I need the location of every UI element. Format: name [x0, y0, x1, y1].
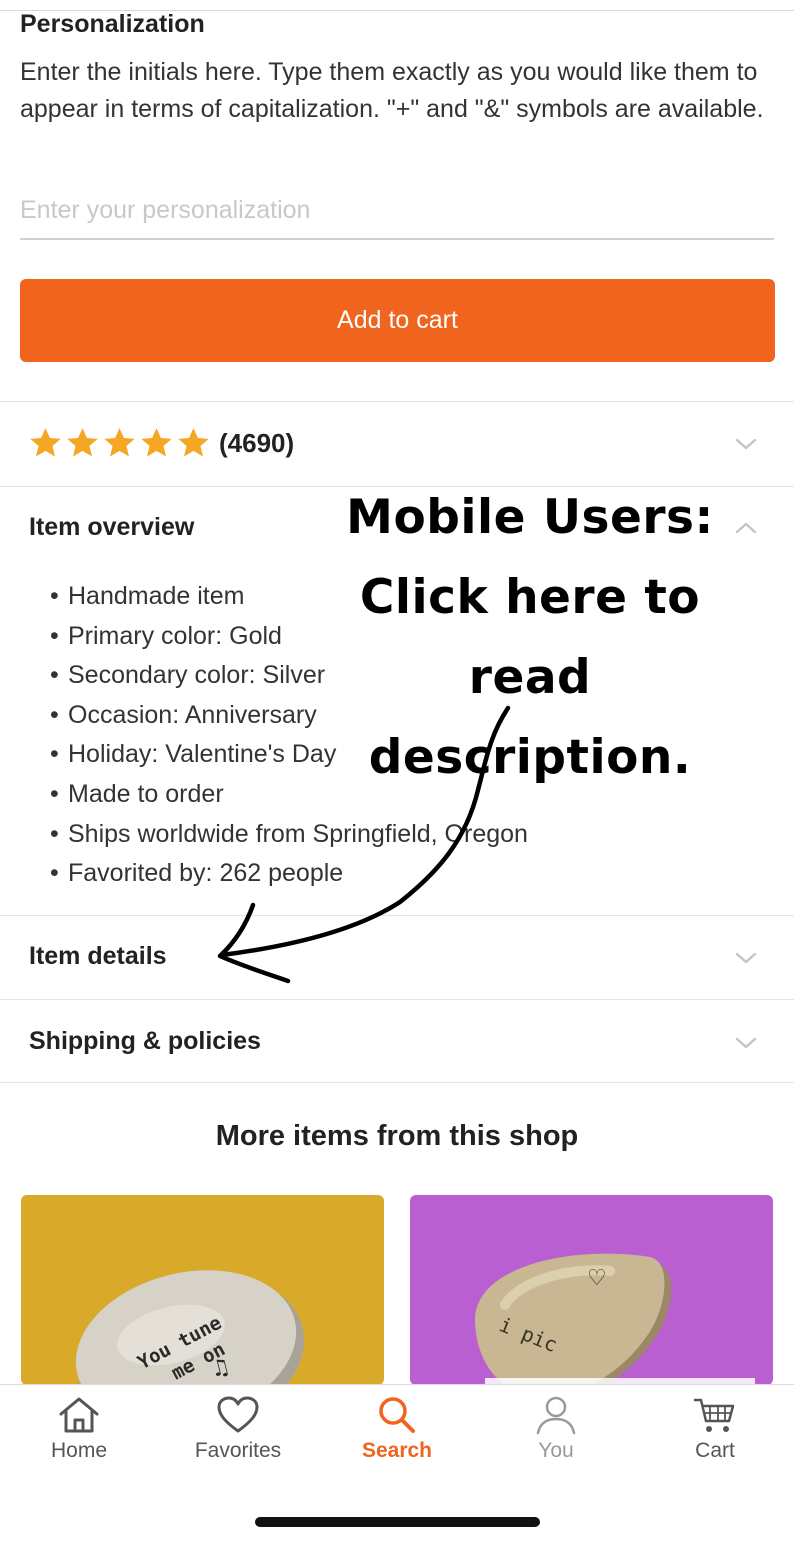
reviews-row[interactable]: (4690)	[0, 402, 794, 486]
annotation-line: Click here to	[359, 570, 701, 625]
heart-engraving-icon: ♡	[587, 1266, 607, 1291]
shipping-policies-title: Shipping & policies	[29, 1027, 261, 1055]
shipping-policies-header[interactable]: Shipping & policies	[0, 1000, 794, 1080]
nav-cart[interactable]: Cart	[645, 1395, 785, 1463]
nav-label: Favorites	[194, 1439, 282, 1462]
item-details-header[interactable]: Item details	[0, 916, 794, 996]
star-icon	[176, 426, 211, 460]
annotation-line: read description.	[368, 650, 692, 785]
nav-home[interactable]: Home	[9, 1395, 149, 1463]
star-icon	[65, 426, 100, 460]
divider	[0, 1082, 794, 1083]
nav-label: You	[538, 1439, 574, 1462]
user-icon	[536, 1396, 576, 1435]
chevron-down-icon	[735, 438, 757, 450]
guitar-pick-image: ♡ i pic	[475, 1253, 755, 1385]
search-icon	[379, 1397, 415, 1433]
nav-favorites[interactable]: Favorites	[168, 1395, 308, 1463]
nav-label: Home	[50, 1439, 108, 1462]
nav-you[interactable]: You	[486, 1395, 626, 1463]
personalization-input[interactable]	[20, 182, 774, 240]
mobile-users-annotation: Mobile Users: Click here to read descrip…	[300, 478, 760, 798]
guitar-pick-image: You tune me on ♫	[75, 1270, 305, 1385]
item-details-title: Item details	[29, 942, 167, 970]
review-count: (4690)	[219, 428, 295, 458]
item-overview-title: Item overview	[29, 513, 195, 541]
add-to-cart-button[interactable]: Add to cart	[20, 279, 775, 362]
chevron-down-icon	[735, 952, 757, 964]
chevron-down-icon	[735, 1037, 757, 1049]
personalization-description: Enter the initials here. Type them exact…	[20, 58, 764, 123]
cart-icon	[693, 1398, 735, 1432]
star-rating	[28, 426, 211, 460]
shop-item-card[interactable]: You tune me on ♫	[21, 1195, 384, 1385]
nav-label: Search	[361, 1439, 433, 1462]
star-icon	[102, 426, 137, 460]
list-item: • Ships worldwide from Springfield, Orego…	[50, 819, 528, 848]
home-icon	[59, 1397, 99, 1433]
more-items-title: More items from this shop	[215, 1120, 579, 1152]
personalization-title: Personalization	[20, 10, 205, 38]
nav-label: Cart	[695, 1439, 735, 1462]
shop-item-card[interactable]: ♡ i pic	[410, 1195, 773, 1385]
heart-icon	[217, 1396, 259, 1433]
star-icon	[28, 426, 63, 460]
star-icon	[139, 426, 174, 460]
list-item: • Favorited by: 262 people	[50, 859, 344, 888]
nav-search[interactable]: Search	[327, 1395, 467, 1463]
home-indicator	[255, 1517, 540, 1527]
annotation-line: Mobile Users:	[346, 490, 714, 545]
